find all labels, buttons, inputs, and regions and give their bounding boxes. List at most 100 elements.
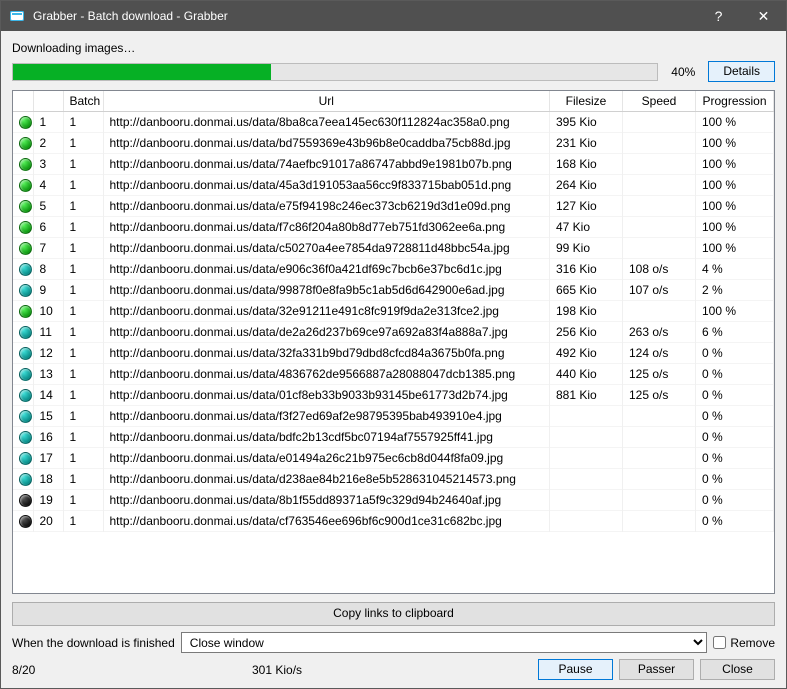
- cell-filesize: 99 Kio: [550, 238, 623, 259]
- col-index[interactable]: [33, 91, 63, 112]
- cell-batch: 1: [63, 511, 103, 532]
- table-row[interactable]: 121http://danbooru.donmai.us/data/32fa33…: [13, 343, 774, 364]
- status-dot-icon: [19, 242, 32, 255]
- close-button[interactable]: Close: [700, 659, 775, 680]
- cell-url: http://danbooru.donmai.us/data/e01494a26…: [103, 448, 550, 469]
- cell-speed: [623, 301, 696, 322]
- help-button[interactable]: ?: [696, 1, 741, 31]
- cell-speed: [623, 448, 696, 469]
- finish-label: When the download is finished: [12, 636, 175, 650]
- cell-progression: 0 %: [696, 511, 774, 532]
- table-row[interactable]: 81http://danbooru.donmai.us/data/e906c36…: [13, 259, 774, 280]
- cell-filesize: [550, 406, 623, 427]
- cell-batch: 1: [63, 301, 103, 322]
- table-row[interactable]: 21http://danbooru.donmai.us/data/bd75593…: [13, 133, 774, 154]
- cell-url: http://danbooru.donmai.us/data/8ba8ca7ee…: [103, 112, 550, 133]
- cell-batch: 1: [63, 175, 103, 196]
- cell-index: 18: [33, 469, 63, 490]
- status-dot-icon: [19, 305, 32, 318]
- col-filesize[interactable]: Filesize: [550, 91, 623, 112]
- cell-index: 2: [33, 133, 63, 154]
- cell-url: http://danbooru.donmai.us/data/45a3d1910…: [103, 175, 550, 196]
- table-row[interactable]: 161http://danbooru.donmai.us/data/bdfc2b…: [13, 427, 774, 448]
- cell-index: 19: [33, 490, 63, 511]
- pause-button[interactable]: Pause: [538, 659, 613, 680]
- remove-label: Remove: [730, 636, 775, 650]
- cell-progression: 0 %: [696, 427, 774, 448]
- remove-checkbox-label[interactable]: Remove: [713, 636, 775, 650]
- copy-links-button[interactable]: Copy links to clipboard: [12, 602, 775, 626]
- cell-progression: 0 %: [696, 448, 774, 469]
- table-row[interactable]: 191http://danbooru.donmai.us/data/8b1f55…: [13, 490, 774, 511]
- status-dot-icon: [19, 389, 32, 402]
- table-row[interactable]: 31http://danbooru.donmai.us/data/74aefbc…: [13, 154, 774, 175]
- cell-batch: 1: [63, 448, 103, 469]
- skip-button[interactable]: Passer: [619, 659, 694, 680]
- table-row[interactable]: 71http://danbooru.donmai.us/data/c50270a…: [13, 238, 774, 259]
- cell-speed: [623, 133, 696, 154]
- col-batch[interactable]: Batch: [63, 91, 103, 112]
- cell-batch: 1: [63, 196, 103, 217]
- overall-progress-bar: [12, 63, 658, 81]
- cell-speed: [623, 238, 696, 259]
- cell-batch: 1: [63, 112, 103, 133]
- table-row[interactable]: 41http://danbooru.donmai.us/data/45a3d19…: [13, 175, 774, 196]
- cell-batch: 1: [63, 238, 103, 259]
- cell-speed: [623, 217, 696, 238]
- cell-url: http://danbooru.donmai.us/data/01cf8eb33…: [103, 385, 550, 406]
- cell-index: 14: [33, 385, 63, 406]
- col-status[interactable]: [13, 91, 33, 112]
- cell-batch: 1: [63, 280, 103, 301]
- table-row[interactable]: 101http://danbooru.donmai.us/data/32e912…: [13, 301, 774, 322]
- table-row[interactable]: 141http://danbooru.donmai.us/data/01cf8e…: [13, 385, 774, 406]
- cell-filesize: 47 Kio: [550, 217, 623, 238]
- cell-url: http://danbooru.donmai.us/data/bdfc2b13c…: [103, 427, 550, 448]
- cell-index: 11: [33, 322, 63, 343]
- cell-batch: 1: [63, 133, 103, 154]
- batch-download-window: Grabber - Batch download - Grabber ? ✕ D…: [0, 0, 787, 689]
- cell-filesize: 198 Kio: [550, 301, 623, 322]
- table-row[interactable]: 181http://danbooru.donmai.us/data/d238ae…: [13, 469, 774, 490]
- cell-filesize: 316 Kio: [550, 259, 623, 280]
- cell-progression: 100 %: [696, 301, 774, 322]
- cell-index: 6: [33, 217, 63, 238]
- table-row[interactable]: 111http://danbooru.donmai.us/data/de2a26…: [13, 322, 774, 343]
- table-row[interactable]: 91http://danbooru.donmai.us/data/99878f0…: [13, 280, 774, 301]
- table-header-row: Batch Url Filesize Speed Progression: [13, 91, 774, 112]
- cell-filesize: 440 Kio: [550, 364, 623, 385]
- status-dot-icon: [19, 431, 32, 444]
- cell-speed: [623, 154, 696, 175]
- progress-fill: [13, 64, 271, 80]
- col-url[interactable]: Url: [103, 91, 550, 112]
- table-row[interactable]: 201http://danbooru.donmai.us/data/cf7635…: [13, 511, 774, 532]
- table-row[interactable]: 171http://danbooru.donmai.us/data/e01494…: [13, 448, 774, 469]
- col-progression[interactable]: Progression: [696, 91, 774, 112]
- cell-progression: 100 %: [696, 175, 774, 196]
- window-close-button[interactable]: ✕: [741, 1, 786, 31]
- cell-progression: 2 %: [696, 280, 774, 301]
- remove-checkbox[interactable]: [713, 636, 726, 649]
- status-dot-icon: [19, 263, 32, 276]
- cell-speed: [623, 427, 696, 448]
- window-title: Grabber - Batch download - Grabber: [33, 9, 696, 23]
- table-row[interactable]: 11http://danbooru.donmai.us/data/8ba8ca7…: [13, 112, 774, 133]
- cell-index: 4: [33, 175, 63, 196]
- cell-url: http://danbooru.donmai.us/data/cf763546e…: [103, 511, 550, 532]
- footer-row: 8/20 301 Kio/s Pause Passer Close: [12, 659, 775, 680]
- cell-filesize: 168 Kio: [550, 154, 623, 175]
- table-row[interactable]: 131http://danbooru.donmai.us/data/483676…: [13, 364, 774, 385]
- cell-url: http://danbooru.donmai.us/data/4836762de…: [103, 364, 550, 385]
- details-button[interactable]: Details: [708, 61, 775, 82]
- col-speed[interactable]: Speed: [623, 91, 696, 112]
- cell-filesize: [550, 448, 623, 469]
- table-row[interactable]: 61http://danbooru.donmai.us/data/f7c86f2…: [13, 217, 774, 238]
- cell-batch: 1: [63, 322, 103, 343]
- table-row[interactable]: 51http://danbooru.donmai.us/data/e75f941…: [13, 196, 774, 217]
- finish-action-select[interactable]: Close window: [181, 632, 708, 653]
- cell-url: http://danbooru.donmai.us/data/c50270a4e…: [103, 238, 550, 259]
- overall-speed: 301 Kio/s: [252, 663, 538, 677]
- cell-index: 16: [33, 427, 63, 448]
- table-row[interactable]: 151http://danbooru.donmai.us/data/f3f27e…: [13, 406, 774, 427]
- cell-index: 17: [33, 448, 63, 469]
- cell-speed: [623, 196, 696, 217]
